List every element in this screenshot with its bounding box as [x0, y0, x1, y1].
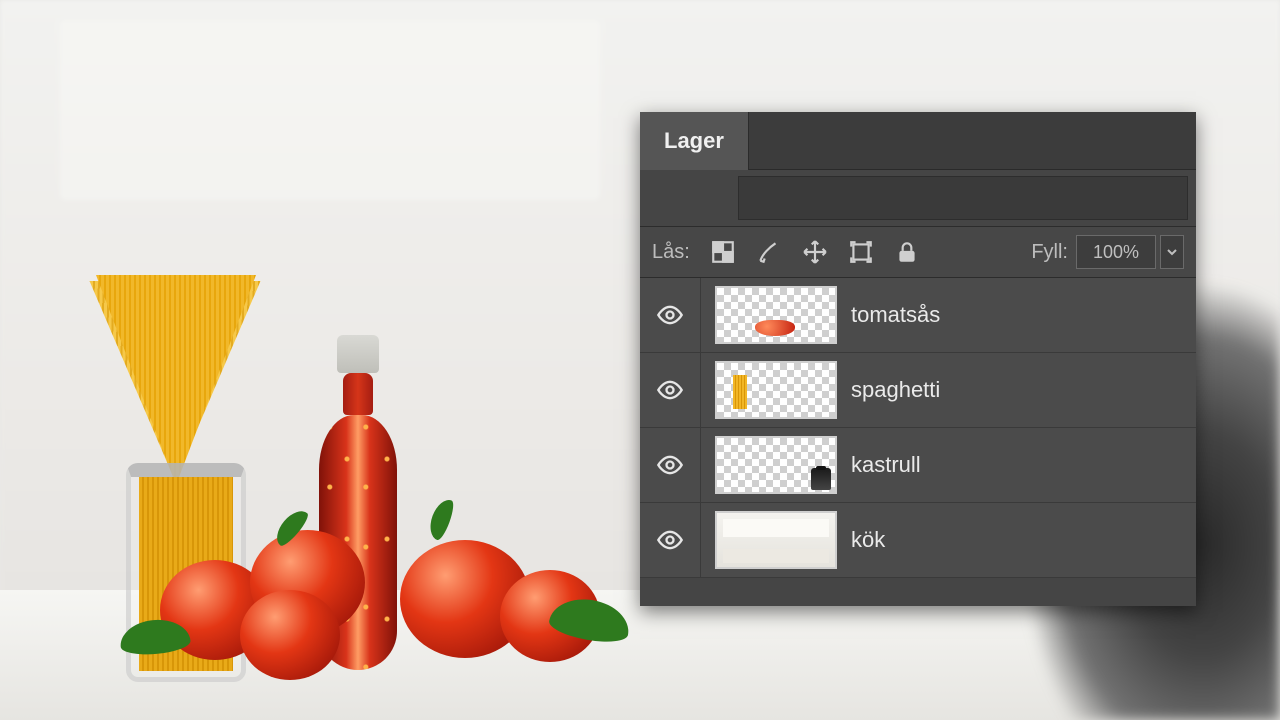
layers-list: tomatsås spaghetti — [640, 278, 1196, 578]
eye-icon — [656, 376, 684, 404]
visibility-toggle[interactable] — [640, 376, 700, 404]
panel-filter-row — [640, 170, 1196, 226]
panel-tab-empty — [749, 112, 1196, 170]
layer-row-kastrull[interactable]: kastrull — [640, 428, 1196, 503]
layer-name[interactable]: kök — [851, 527, 885, 553]
lock-move-icon[interactable] — [798, 235, 832, 269]
tab-layers[interactable]: Lager — [640, 112, 749, 170]
lock-artboard-icon[interactable] — [844, 235, 878, 269]
layer-thumbnail[interactable] — [715, 361, 837, 419]
layer-search-field[interactable] — [738, 176, 1188, 220]
document-canvas: Lager Lås: Fyll: — [0, 0, 1280, 720]
lock-brush-icon[interactable] — [752, 235, 786, 269]
layer-thumbnail[interactable] — [715, 511, 837, 569]
layer-thumbnail[interactable] — [715, 286, 837, 344]
layer-options-bar: Lås: Fyll: 100% — [640, 226, 1196, 278]
visibility-toggle[interactable] — [640, 301, 700, 329]
panel-tab-bar: Lager — [640, 112, 1196, 170]
visibility-toggle[interactable] — [640, 526, 700, 554]
eye-icon — [656, 526, 684, 554]
lock-transparency-icon[interactable] — [706, 235, 740, 269]
fill-dropdown[interactable] — [1160, 235, 1184, 269]
layer-row-tomatsas[interactable]: tomatsås — [640, 278, 1196, 353]
lock-label: Lås: — [652, 241, 690, 264]
lock-all-icon[interactable] — [890, 235, 924, 269]
visibility-toggle[interactable] — [640, 451, 700, 479]
layer-name[interactable]: kastrull — [851, 452, 921, 478]
tomatoes-object — [120, 500, 620, 690]
layer-name[interactable]: spaghetti — [851, 377, 940, 403]
layer-row-spaghetti[interactable]: spaghetti — [640, 353, 1196, 428]
fill-value-field[interactable]: 100% — [1076, 235, 1156, 269]
fill-label: Fyll: — [1031, 241, 1068, 264]
eye-icon — [656, 301, 684, 329]
layer-thumbnail[interactable] — [715, 436, 837, 494]
layers-panel: Lager Lås: Fyll: — [640, 112, 1196, 606]
eye-icon — [656, 451, 684, 479]
layer-row-kok[interactable]: kök — [640, 503, 1196, 578]
layer-name[interactable]: tomatsås — [851, 302, 940, 328]
